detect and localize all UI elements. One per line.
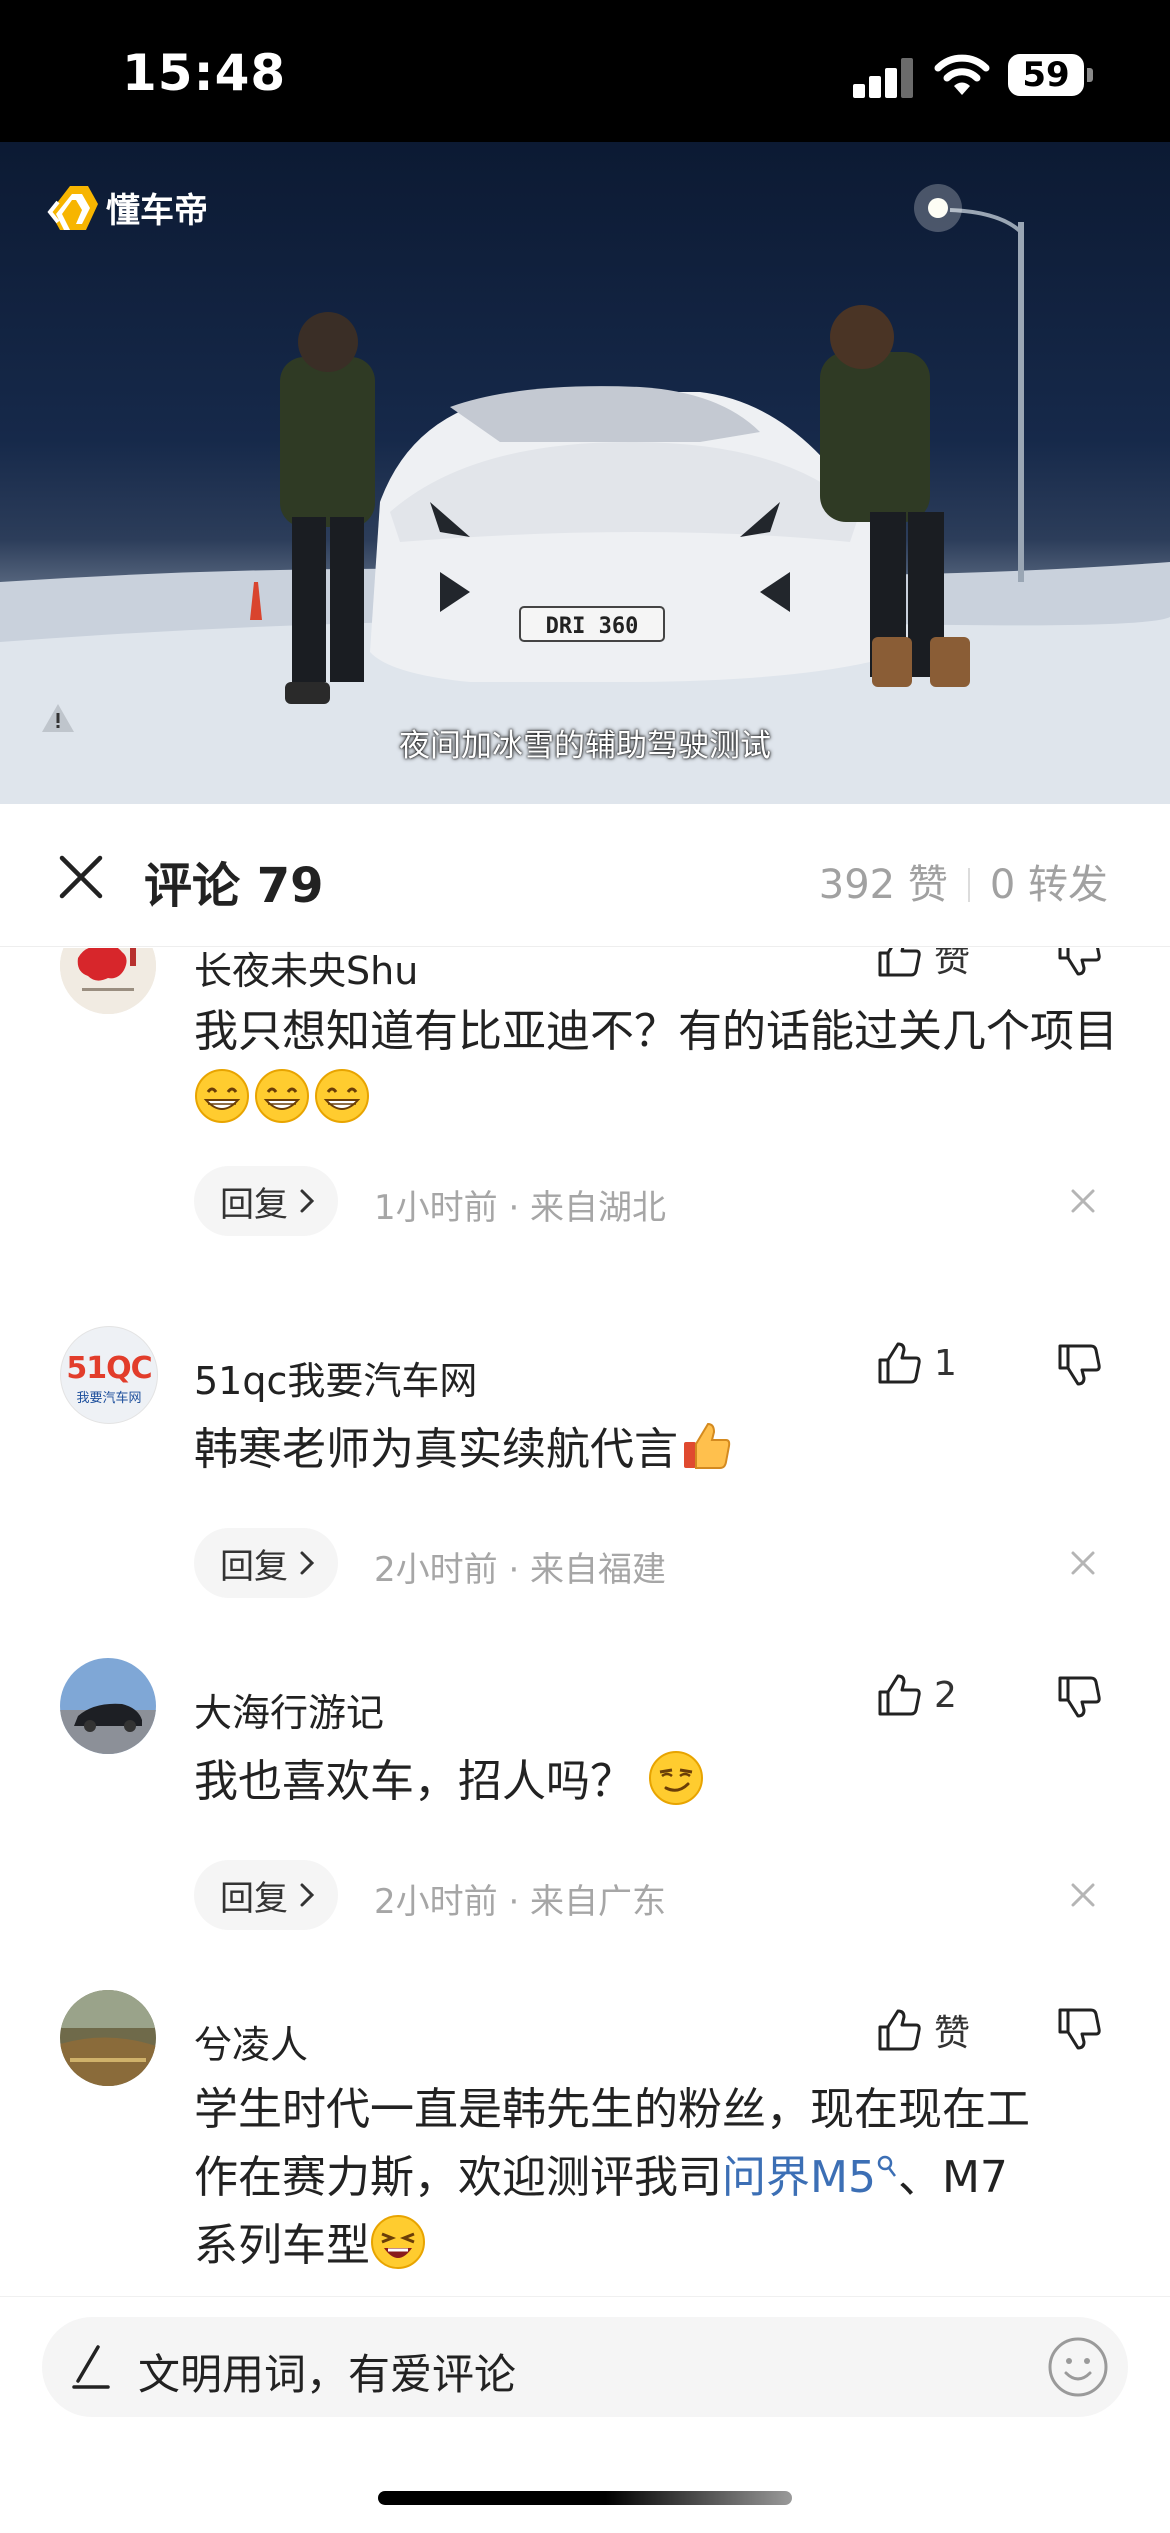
like-button[interactable]: 1 <box>876 1340 957 1386</box>
comment-list[interactable]: 长夜未央Shu 赞 我只想知道有比亚迪不？有的话能过关几个项目 回复 1小时前 … <box>0 948 1170 2296</box>
avatar-image <box>60 948 156 1014</box>
comment-item: 长夜未央Shu 赞 我只想知道有比亚迪不？有的话能过关几个项目 回复 1小时前 … <box>0 948 1170 1248</box>
thumbs-down-icon[interactable] <box>1056 1674 1102 1720</box>
status-time: 15:48 <box>122 44 287 102</box>
comment-meta: 2小时前 · 来自广东 <box>374 1882 667 1922</box>
reply-button[interactable]: 回复 <box>194 1860 338 1930</box>
like-count: 赞 <box>934 948 971 980</box>
reply-button[interactable]: 回复 <box>194 1528 338 1598</box>
like-button[interactable]: 2 <box>876 1672 957 1718</box>
thumbs-up-emoji <box>684 1422 731 1469</box>
car-model-link[interactable]: 问界M5 <box>722 2152 898 2203</box>
comment-text: 我也喜欢车，招人吗？ <box>194 1748 1124 1816</box>
reply-label: 回复 <box>220 1184 288 1225</box>
laugh-emoji <box>371 2215 425 2269</box>
video-subtitle: 夜间加冰雪的辅助驾驶测试 <box>399 728 771 764</box>
avatar[interactable]: 51QC 我要汽车网 <box>60 1326 158 1424</box>
grin-emoji <box>255 1069 309 1123</box>
comment-input-placeholder: 文明用词，有爱评论 <box>138 2350 517 2399</box>
like-count: 赞 <box>934 2013 971 2054</box>
avatar-logo-subtext: 我要汽车网 <box>76 1391 142 1406</box>
chevron-right-icon <box>300 1551 315 1575</box>
reply-label: 回复 <box>220 1878 288 1919</box>
close-icon[interactable] <box>58 854 104 900</box>
stats-divider <box>967 868 970 902</box>
comments-title: 评论 79 <box>144 858 324 914</box>
thumbs-up-icon <box>878 1674 921 1716</box>
thumbs-up-icon <box>878 948 921 977</box>
comment-item: 51QC 我要汽车网 51qc我要汽车网 1 韩寒老师为真实续航代言 回复 2小… <box>0 1326 1170 1626</box>
car-model-link-label: 问界M5 <box>722 2152 876 2203</box>
like-button[interactable]: 赞 <box>876 2004 970 2056</box>
status-bar: 15:48 59 <box>0 0 1170 142</box>
comment-item: 大海行游记 2 我也喜欢车，招人吗？ 回复 2小时前 · 来自广东 <box>0 1658 1170 1958</box>
avatar[interactable] <box>60 1990 156 2086</box>
avatar-image <box>60 1990 156 2086</box>
comment-text-content: 我只想知道有比亚迪不？有的话能过关几个项目 <box>194 1006 1118 1057</box>
wifi-icon <box>934 54 990 95</box>
home-indicator[interactable] <box>378 2491 792 2505</box>
comment-text-content: 系列车型 <box>194 2220 370 2271</box>
brand-logo: 懂车帝 <box>46 182 208 232</box>
comment-text-line: 系列车型 <box>194 2212 1134 2280</box>
reply-label: 回复 <box>220 1546 288 1587</box>
cellular-signal-icon <box>853 56 915 98</box>
video-player[interactable]: DRI 360 懂车帝 夜间加冰雪的辅助驾驶测试 <box>0 142 1170 804</box>
thumbs-down-icon[interactable] <box>1056 1342 1102 1388</box>
chevron-right-icon <box>300 1189 315 1213</box>
comment-username[interactable]: 51qc我要汽车网 <box>194 1350 477 1405</box>
battery-cap <box>1087 68 1093 82</box>
avatar[interactable] <box>60 1658 156 1754</box>
comment-username[interactable]: 长夜未央Shu <box>194 948 418 995</box>
comment-text: 学生时代一直是韩先生的粉丝，现在现在工 作在赛力斯，欢迎测评我司问界M5 、M7 … <box>194 2076 1134 2280</box>
search-icon <box>877 2155 896 2177</box>
battery-level: 59 <box>1022 55 1070 95</box>
grin-emoji <box>315 1069 369 1123</box>
video-frame: DRI 360 <box>0 184 1170 804</box>
thumbs-down-icon[interactable] <box>1056 948 1102 978</box>
emoji-icon[interactable] <box>1046 2335 1110 2399</box>
comment-username[interactable]: 大海行游记 <box>194 1682 384 1737</box>
like-count: 1 <box>934 1342 957 1384</box>
brand-name: 懂车帝 <box>106 190 208 231</box>
avatar-logo-text: 51QC <box>66 1351 152 1386</box>
pen-icon <box>72 2345 110 2389</box>
comment-text: 我只想知道有比亚迪不？有的话能过关几个项目 <box>194 998 1124 1134</box>
grin-emoji <box>195 1069 249 1123</box>
comment-input[interactable]: 文明用词，有爱评论 <box>42 2317 1128 2417</box>
thumbs-down-icon[interactable] <box>1056 2006 1102 2052</box>
avatar[interactable] <box>60 948 156 1014</box>
avatar-image <box>60 1658 156 1754</box>
reply-button[interactable]: 回复 <box>194 1166 338 1236</box>
license-plate-text: DRI 360 <box>546 614 639 639</box>
comment-username[interactable]: 兮凌人 <box>194 2014 308 2069</box>
comment-text-content: 韩寒老师为真实续航代言 <box>194 1424 678 1475</box>
like-button[interactable]: 赞 <box>876 948 970 982</box>
comment-text-line: 作在赛力斯，欢迎测评我司问界M5 、M7 <box>194 2144 1134 2212</box>
comment-meta: 2小时前 · 来自福建 <box>374 1550 667 1590</box>
dismiss-icon[interactable] <box>1068 1186 1098 1216</box>
battery-icon: 59 <box>1008 54 1084 96</box>
chevron-right-icon <box>300 1883 315 1907</box>
thumbs-up-icon <box>878 1342 921 1384</box>
comments-header: 评论 79 392 赞 0 转发 <box>0 804 1170 947</box>
comment-text-content: 、M7 <box>897 2152 1008 2203</box>
likes-count[interactable]: 392 赞 <box>819 862 948 908</box>
comment-text-content: 我也喜欢车，招人吗？ <box>194 1756 634 1807</box>
comment-item: 兮凌人 赞 学生时代一直是韩先生的粉丝，现在现在工 作在赛力斯，欢迎测评我司问界… <box>0 1990 1170 2296</box>
comment-input-bar: 文明用词，有爱评论 <box>0 2296 1170 2533</box>
comment-text-line: 学生时代一直是韩先生的粉丝，现在现在工 <box>194 2084 1030 2135</box>
dismiss-icon[interactable] <box>1068 1548 1098 1578</box>
comment-meta: 1小时前 · 来自湖北 <box>374 1188 667 1228</box>
smirk-emoji <box>649 1751 703 1805</box>
comment-text-content: 作在赛力斯，欢迎测评我司 <box>194 2152 722 2203</box>
comment-text: 韩寒老师为真实续航代言 <box>194 1416 1124 1484</box>
shares-count[interactable]: 0 转发 <box>990 862 1108 908</box>
brand-logo-icon <box>47 186 98 230</box>
video-stats: 392 赞 0 转发 <box>819 852 1108 910</box>
dismiss-icon[interactable] <box>1068 1880 1098 1910</box>
like-count: 2 <box>934 1674 957 1716</box>
thumbs-up-icon <box>878 2009 921 2051</box>
